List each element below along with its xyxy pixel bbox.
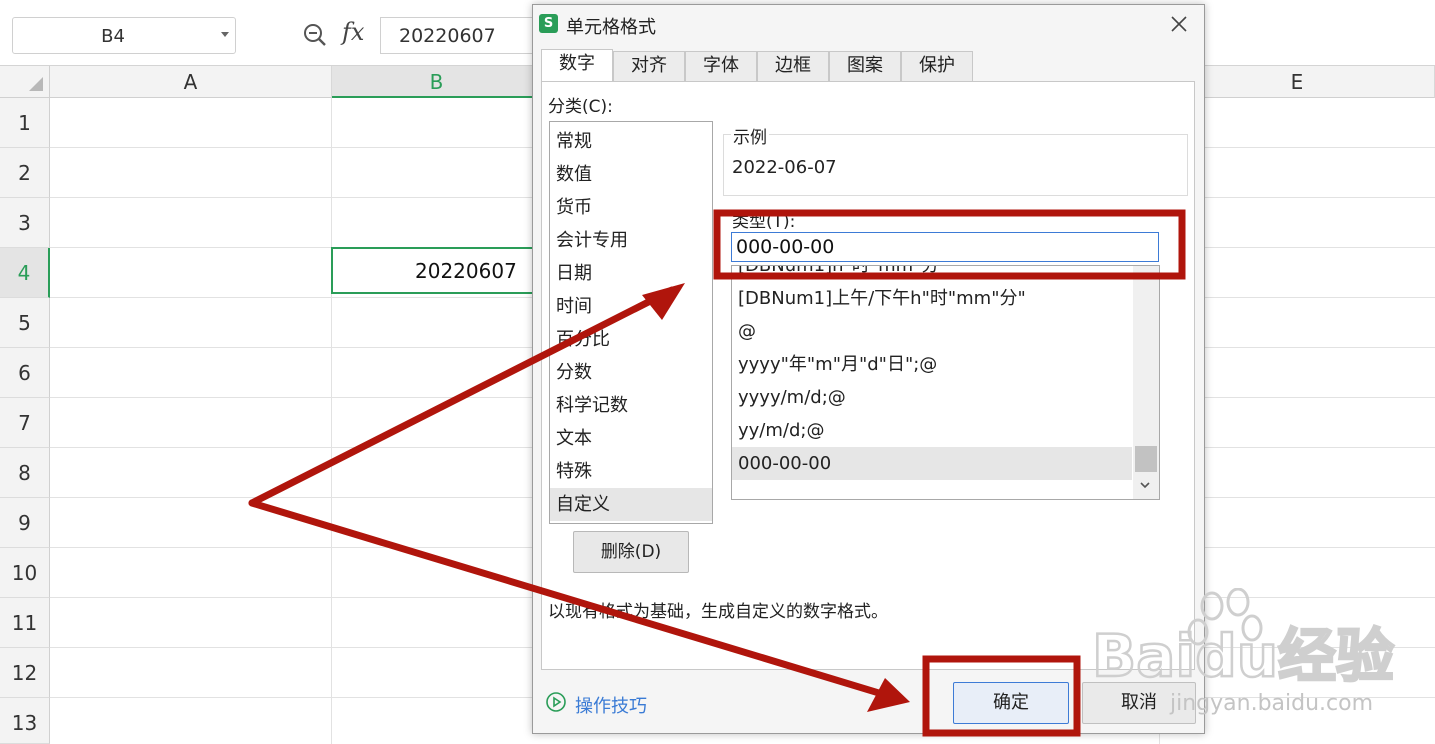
row-header-3[interactable]: 3 xyxy=(0,198,50,248)
row-header-13[interactable]: 13 xyxy=(0,698,50,744)
category-item[interactable]: 文本 xyxy=(550,422,712,455)
format-list: [DBNum1]h"时"mm"分" [DBNum1]上午/下午h"时"mm"分"… xyxy=(731,265,1160,500)
formula-input[interactable]: 20220607 xyxy=(380,17,540,54)
wps-app-icon: S xyxy=(539,14,558,33)
row-header-2[interactable]: 2 xyxy=(0,148,50,198)
name-box-dropdown-icon[interactable] xyxy=(221,32,229,37)
row-header-5[interactable]: 5 xyxy=(0,298,50,348)
category-item-custom[interactable]: 自定义 xyxy=(550,488,712,521)
number-tab-panel: 分类(C): 常规 数值 货币 会计专用 日期 时间 百分比 分数 科学记数 文… xyxy=(541,81,1195,670)
format-description: 以现有格式为基础，生成自定义的数字格式。 xyxy=(548,602,888,622)
format-item[interactable]: yy/m/d;@ xyxy=(732,414,1132,447)
row-header-1[interactable]: 1 xyxy=(0,98,50,148)
cell-value: 20220607 xyxy=(415,259,517,283)
tab-alignment[interactable]: 对齐 xyxy=(613,51,685,81)
format-item[interactable]: [DBNum1]h"时"mm"分" xyxy=(732,266,1132,282)
category-label: 分类(C): xyxy=(548,97,613,117)
row-header-12[interactable]: 12 xyxy=(0,648,50,698)
category-item[interactable]: 特殊 xyxy=(550,455,712,488)
zoom-icon[interactable] xyxy=(302,22,328,48)
fx-icon[interactable]: fx xyxy=(342,18,364,46)
row-header-10[interactable]: 10 xyxy=(0,548,50,598)
category-item[interactable]: 时间 xyxy=(550,290,712,323)
category-item[interactable]: 数值 xyxy=(550,158,712,191)
play-circle-icon[interactable] xyxy=(545,691,567,713)
row-header-11[interactable]: 11 xyxy=(0,598,50,648)
format-list-scrollbar[interactable] xyxy=(1133,266,1159,499)
tab-pattern[interactable]: 图案 xyxy=(829,51,901,81)
row-header-8[interactable]: 8 xyxy=(0,448,50,498)
tab-font[interactable]: 字体 xyxy=(685,51,757,81)
format-item[interactable]: yyyy/m/d;@ xyxy=(732,381,1132,414)
name-box[interactable]: B4 xyxy=(12,17,236,54)
column-header-b[interactable]: B xyxy=(332,66,542,98)
tips-link[interactable]: 操作技巧 xyxy=(575,692,647,718)
type-label: 类型(T): xyxy=(732,212,796,232)
format-item[interactable]: @ xyxy=(732,315,1132,348)
name-box-value: B4 xyxy=(101,26,125,47)
row-header-9[interactable]: 9 xyxy=(0,498,50,548)
select-all-icon xyxy=(29,77,43,91)
category-item[interactable]: 货币 xyxy=(550,191,712,224)
category-item[interactable]: 日期 xyxy=(550,257,712,290)
row-header-7[interactable]: 7 xyxy=(0,398,50,448)
dialog-title: 单元格格式 xyxy=(566,17,656,38)
category-item[interactable]: 科学记数 xyxy=(550,389,712,422)
format-item[interactable]: yyyy"年"m"月"d"日";@ xyxy=(732,348,1132,381)
row-header-4[interactable]: 4 xyxy=(0,248,50,298)
category-list: 常规 数值 货币 会计专用 日期 时间 百分比 分数 科学记数 文本 特殊 自定… xyxy=(549,121,713,524)
select-all-corner[interactable] xyxy=(0,66,50,98)
ok-button[interactable]: 确定 xyxy=(953,682,1069,724)
chevron-up-icon[interactable] xyxy=(1139,270,1151,282)
format-item-selected[interactable]: 000-00-00 xyxy=(732,447,1132,480)
category-item[interactable]: 常规 xyxy=(550,125,712,158)
chevron-down-icon[interactable] xyxy=(1139,479,1151,491)
close-icon[interactable] xyxy=(1168,13,1190,35)
category-item[interactable]: 分数 xyxy=(550,356,712,389)
category-item[interactable]: 会计专用 xyxy=(550,224,712,257)
format-cells-dialog: S 单元格格式 数字 对齐 字体 边框 图案 保护 分类(C): 常规 数值 货… xyxy=(532,4,1205,734)
cancel-button[interactable]: 取消 xyxy=(1082,682,1196,724)
grid-line xyxy=(331,98,332,744)
column-header-a[interactable]: A xyxy=(50,66,332,98)
category-item[interactable]: 百分比 xyxy=(550,323,712,356)
tab-protection[interactable]: 保护 xyxy=(901,51,973,81)
delete-button[interactable]: 删除(D) xyxy=(573,531,689,573)
format-item[interactable]: [DBNum1]上午/下午h"时"mm"分" xyxy=(732,282,1132,315)
dialog-title-bar[interactable]: S 单元格格式 xyxy=(533,5,1204,43)
type-input[interactable]: 000-00-00 xyxy=(731,232,1159,262)
formula-value: 20220607 xyxy=(399,25,496,47)
row-header-6[interactable]: 6 xyxy=(0,348,50,398)
scroll-thumb[interactable] xyxy=(1135,446,1157,472)
tab-number[interactable]: 数字 xyxy=(541,49,613,81)
active-cell-b4[interactable]: 20220607 xyxy=(331,247,541,294)
sample-value: 2022-06-07 xyxy=(732,157,837,178)
tab-border[interactable]: 边框 xyxy=(757,51,829,81)
sample-label: 示例 xyxy=(731,123,769,148)
